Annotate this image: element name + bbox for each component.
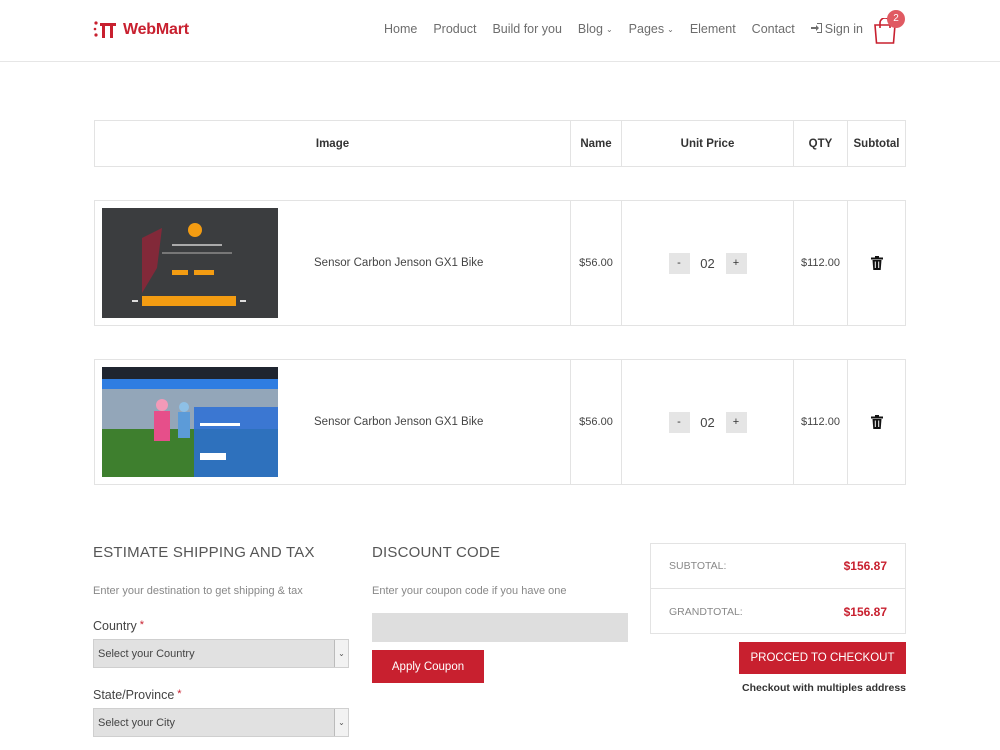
brand-name: WebMart: [123, 21, 189, 38]
nav-label: Product: [433, 22, 477, 36]
state-select[interactable]: Select your City ⌄: [93, 708, 349, 737]
unit-price-cell: $56.00: [571, 201, 622, 325]
nav-label: Element: [689, 22, 736, 36]
qty-cell: - 02 +: [622, 201, 794, 325]
grandtotal-label: GRANDTOTAL:: [669, 605, 743, 618]
state-label-text: State/Province: [93, 688, 175, 702]
logo[interactable]: WebMart: [93, 18, 189, 42]
nav-contact[interactable]: Contact: [752, 22, 795, 36]
col-header-qty: QTY: [794, 121, 848, 166]
col-header-name: Name: [571, 121, 622, 166]
discount-title: DISCOUNT CODE: [372, 544, 501, 561]
shopping-bag-icon: [873, 17, 897, 48]
chevron-down-icon: ⌄: [667, 24, 674, 34]
required-mark: *: [177, 688, 182, 700]
cart-table-header: Image Name Unit Price QTY Subtotal: [94, 120, 906, 167]
qty-cell: - 02 +: [622, 360, 794, 484]
chevron-down-icon: ⌄: [334, 640, 348, 667]
checkout-multiple-address-link[interactable]: Checkout with multiples address: [650, 682, 906, 694]
cart-item-image-cell: Sensor Carbon Jenson GX1 Bike: [95, 201, 571, 325]
sign-in-label: Sign in: [824, 22, 863, 36]
cart-row: Sensor Carbon Jenson GX1 Bike $56.00 - 0…: [94, 359, 906, 485]
product-thumbnail[interactable]: [102, 208, 278, 318]
unit-price: $56.00: [579, 257, 613, 269]
product-thumbnail[interactable]: [102, 367, 278, 477]
proceed-to-checkout-button[interactable]: PROCCED TO CHECKOUT: [739, 642, 906, 674]
row-subtotal: $112.00: [801, 416, 840, 428]
nav-pages[interactable]: Pages ⌄: [629, 22, 674, 36]
nav-blog[interactable]: Blog ⌄: [578, 22, 613, 36]
country-select[interactable]: Select your Country ⌄: [93, 639, 349, 668]
col-header-image: Image: [95, 121, 571, 166]
nav-home[interactable]: Home: [384, 22, 417, 36]
nav-label: Build for you: [492, 22, 562, 36]
cart-button[interactable]: 2: [873, 10, 905, 48]
grandtotal-row: GRANDTOTAL: $156.87: [651, 589, 905, 634]
cart-item-image-cell: Sensor Carbon Jenson GX1 Bike: [95, 360, 571, 484]
subtotal-value: $156.87: [843, 559, 887, 573]
qty-value[interactable]: 02: [696, 415, 720, 430]
unit-price-cell: $56.00: [571, 360, 622, 484]
required-mark: *: [139, 619, 145, 631]
col-header-unit-price: Unit Price: [622, 121, 794, 166]
nav-element[interactable]: Element: [690, 22, 736, 36]
increase-qty-button[interactable]: +: [725, 252, 747, 274]
nav-label: Pages: [628, 22, 665, 36]
increase-qty-button[interactable]: +: [725, 411, 747, 433]
product-name[interactable]: Sensor Carbon Jenson GX1 Bike: [314, 257, 483, 269]
cart-totals: SUBTOTAL: $156.87 GRANDTOTAL: $156.87: [650, 543, 906, 634]
coupon-input[interactable]: [372, 613, 628, 642]
nav-build-for-you[interactable]: Build for you: [492, 22, 561, 36]
nav-label: Contact: [751, 22, 795, 36]
decrease-qty-button[interactable]: -: [668, 252, 690, 274]
subtotal-cell: $112.00: [794, 360, 848, 484]
country-label-text: Country: [93, 619, 137, 633]
cart-row: Sensor Carbon Jenson GX1 Bike $56.00 - 0…: [94, 200, 906, 326]
nav-label: Home: [384, 22, 418, 36]
decrease-qty-button[interactable]: -: [668, 411, 690, 433]
trash-icon[interactable]: [870, 415, 883, 429]
country-select-value: Select your Country: [98, 647, 195, 660]
product-name[interactable]: Sensor Carbon Jenson GX1 Bike: [314, 416, 483, 428]
apply-coupon-button[interactable]: Apply Coupon: [372, 650, 484, 683]
main-nav: Home Product Build for you Blog ⌄ Pages ⌄ …: [384, 22, 863, 36]
chevron-down-icon: ⌄: [605, 24, 613, 34]
quantity-stepper: - 02 +: [668, 411, 747, 433]
delete-cell: [848, 360, 905, 484]
delete-cell: [848, 201, 905, 325]
nav-label: Blog: [577, 22, 603, 36]
nav-product[interactable]: Product: [433, 22, 476, 36]
unit-price: $56.00: [579, 416, 613, 428]
discount-desc: Enter your coupon code if you have one: [372, 585, 567, 597]
shipping-title: ESTIMATE SHIPPING AND TAX: [93, 544, 315, 561]
shipping-desc: Enter your destination to get shipping &…: [93, 585, 303, 597]
row-subtotal: $112.00: [801, 257, 840, 269]
country-label: Country *: [93, 619, 144, 633]
qty-value[interactable]: 02: [696, 256, 720, 271]
state-select-value: Select your City: [98, 716, 176, 729]
state-label: State/Province *: [93, 688, 182, 702]
grandtotal-value: $156.87: [843, 604, 887, 619]
sign-in-icon: [810, 22, 822, 36]
cart-count-badge: 2: [887, 10, 905, 28]
subtotal-label: SUBTOTAL:: [669, 560, 727, 572]
chevron-down-icon: ⌄: [334, 709, 348, 736]
trash-icon[interactable]: [870, 256, 883, 270]
col-header-subtotal: Subtotal: [853, 137, 900, 150]
nav-sign-in[interactable]: Sign in: [810, 22, 863, 36]
subtotal-cell: $112.00: [794, 201, 848, 325]
logo-mark-icon: [93, 18, 119, 42]
subtotal-row: SUBTOTAL: $156.87: [651, 544, 905, 589]
site-header: WebMart Home Product Build for you Blog ⌄…: [0, 0, 1000, 62]
quantity-stepper: - 02 +: [668, 252, 747, 274]
